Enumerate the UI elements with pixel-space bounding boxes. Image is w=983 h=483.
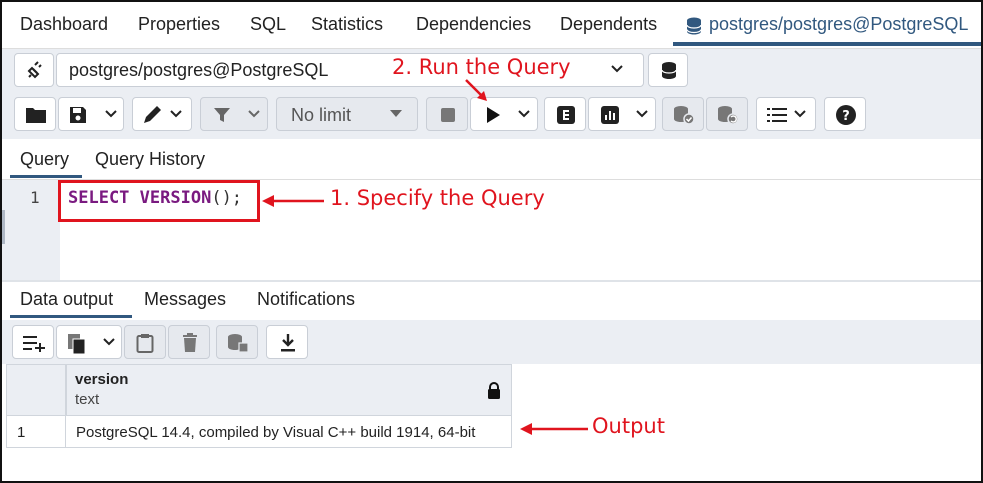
stop-icon <box>441 108 455 122</box>
tab-statistics[interactable]: Statistics <box>311 14 383 35</box>
query-tab-indicator <box>10 175 82 178</box>
db-tab-icon <box>686 17 702 35</box>
grid-corner[interactable] <box>6 364 66 416</box>
row-limit-select[interactable]: No limit <box>276 97 418 131</box>
grid-cell[interactable]: PostgreSQL 14.4, compiled by Visual C++ … <box>66 416 512 448</box>
tab-dashboard[interactable]: Dashboard <box>20 14 108 35</box>
commit-icon <box>673 105 695 125</box>
tab-query-tool[interactable]: postgres/postgres@PostgreSQL <box>709 14 968 35</box>
column-type: text <box>75 391 100 408</box>
line-gutter: 1 <box>2 180 60 280</box>
row-number-cell[interactable]: 1 <box>6 416 66 448</box>
tab-notifications[interactable]: Notifications <box>257 289 355 310</box>
arrow-output <box>520 423 588 435</box>
save-data-button[interactable] <box>216 325 258 359</box>
tab-query-history[interactable]: Query History <box>95 149 205 170</box>
delete-icon <box>182 333 198 353</box>
disconnect-icon <box>25 61 45 81</box>
column-name: version <box>75 371 129 388</box>
save-file-button[interactable] <box>58 97 124 131</box>
explain-analyze-button[interactable] <box>588 97 656 131</box>
tab-properties[interactable]: Properties <box>138 14 220 35</box>
svg-text:?: ? <box>842 109 850 124</box>
download-button[interactable] <box>266 325 308 359</box>
chevron-down-icon <box>104 107 118 121</box>
tab-dependencies[interactable]: Dependencies <box>416 14 531 35</box>
chevron-down-icon <box>169 107 183 121</box>
help-button[interactable]: ? <box>824 97 866 131</box>
result-grid: version text 1 PostgreSQL 14.4, compiled… <box>2 364 981 481</box>
list-icon <box>766 106 788 124</box>
copy-icon <box>67 333 87 355</box>
pen-icon <box>142 105 164 125</box>
arrow-run-query <box>465 79 487 101</box>
play-icon <box>485 106 501 124</box>
stop-button[interactable] <box>426 97 468 131</box>
rollback-button[interactable] <box>706 97 748 131</box>
filter-icon <box>213 106 231 124</box>
new-connection-button[interactable] <box>648 53 688 87</box>
chevron-down-icon <box>635 107 649 121</box>
lock-icon <box>487 382 501 399</box>
open-file-button[interactable] <box>14 97 56 131</box>
tab-dependents[interactable]: Dependents <box>560 14 657 35</box>
row-number: 1 <box>17 424 26 441</box>
disconnect-button[interactable] <box>14 53 54 87</box>
rollback-icon <box>717 105 739 125</box>
tab-query[interactable]: Query <box>20 149 69 170</box>
help-icon: ? <box>836 105 856 125</box>
save-data-icon <box>227 333 249 353</box>
save-icon <box>69 106 87 124</box>
paste-button[interactable] <box>124 325 166 359</box>
caret-down-icon <box>389 108 403 118</box>
paste-icon <box>136 333 154 353</box>
db-icon <box>660 61 678 81</box>
chevron-down-icon <box>102 335 116 349</box>
main-tab-bar: Dashboard Properties SQL Statistics Depe… <box>2 2 981 48</box>
folder-icon <box>25 106 47 124</box>
chevron-down-icon <box>793 107 807 121</box>
edit-button[interactable] <box>132 97 192 131</box>
copy-button[interactable] <box>56 325 122 359</box>
filter-button[interactable] <box>200 97 268 131</box>
add-row-button[interactable] <box>12 325 54 359</box>
column-header-version[interactable]: version text <box>66 364 512 416</box>
row-limit-value: No limit <box>291 105 352 125</box>
query-tab-bar: Query Query History <box>2 140 981 180</box>
tab-sql[interactable]: SQL <box>250 14 286 35</box>
annotation-output: Output <box>592 414 665 438</box>
explain-icon <box>557 106 575 124</box>
tab-data-output[interactable]: Data output <box>20 289 113 310</box>
explain-button[interactable] <box>544 97 586 131</box>
chevron-down-icon <box>517 107 531 121</box>
pgadmin-window: Dashboard Properties SQL Statistics Depe… <box>0 0 983 483</box>
commit-button[interactable] <box>662 97 704 131</box>
delete-button[interactable] <box>168 325 210 359</box>
chevron-down-icon <box>247 107 261 121</box>
annotation-specify-query: 1. Specify the Query <box>330 186 545 210</box>
gutter-marker <box>2 210 5 244</box>
active-tab-indicator <box>673 42 981 46</box>
annotation-run-query: 2. Run the Query <box>392 55 571 79</box>
connection-value: postgres/postgres@PostgreSQL <box>69 60 329 80</box>
chart-icon <box>601 106 619 124</box>
query-highlight-box <box>58 180 260 222</box>
output-tab-indicator <box>10 315 132 318</box>
output-tab-bar: Data output Messages Notifications <box>2 282 981 320</box>
chevron-down-icon <box>610 62 624 76</box>
macros-button[interactable] <box>756 97 816 131</box>
add-row-icon <box>22 334 46 352</box>
line-number: 1 <box>30 188 40 207</box>
cell-value: PostgreSQL 14.4, compiled by Visual C++ … <box>76 424 476 441</box>
download-icon <box>280 333 296 353</box>
arrow-specify-query <box>262 195 324 207</box>
tab-messages[interactable]: Messages <box>144 289 226 310</box>
